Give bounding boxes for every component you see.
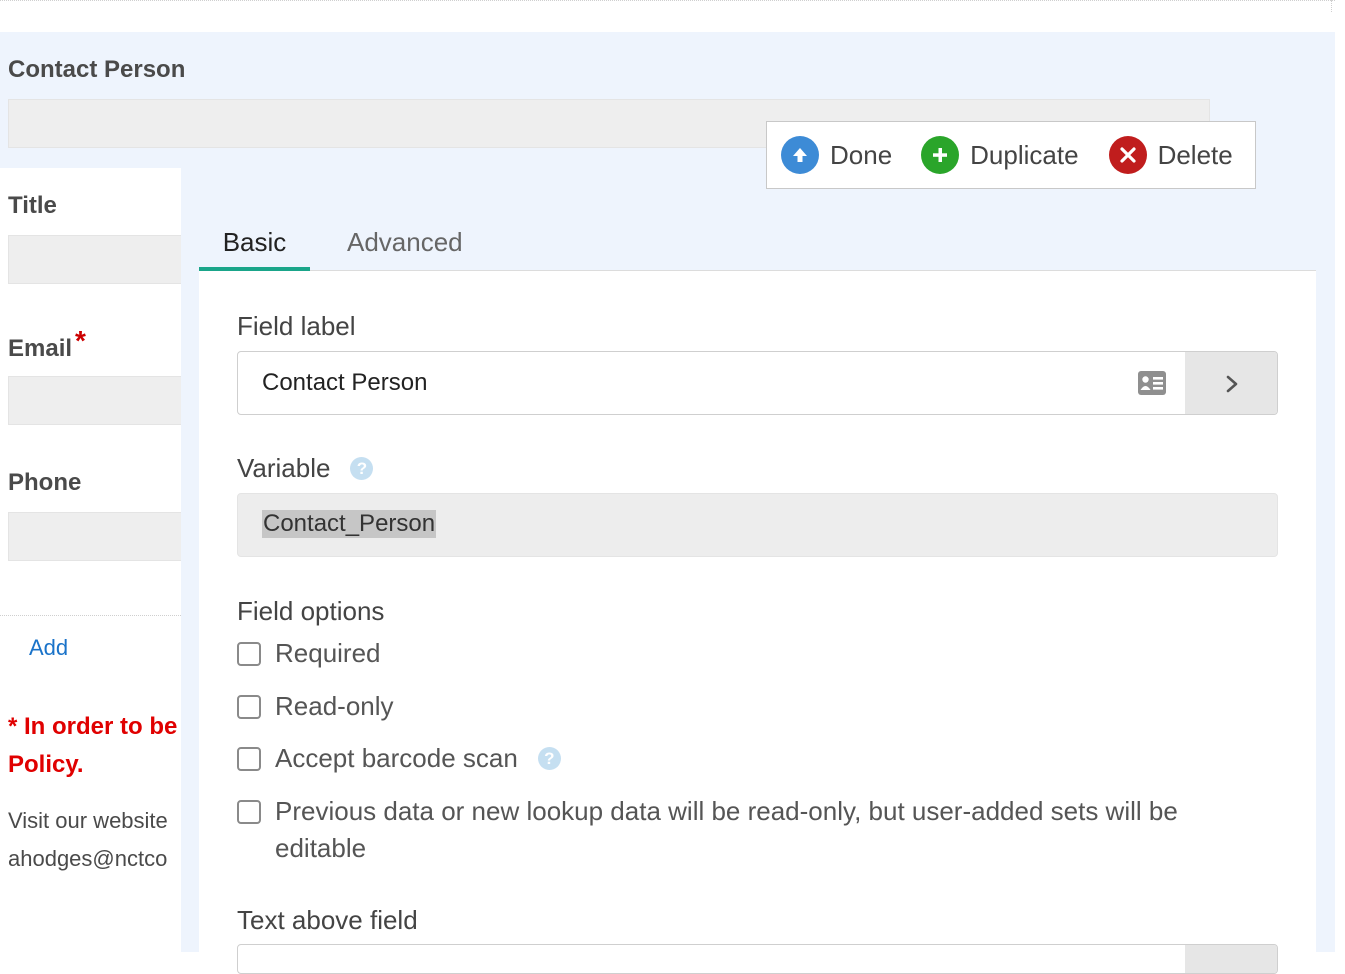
duplicate-button[interactable]: Duplicate <box>921 136 1079 174</box>
tab-advanced[interactable]: Advanced <box>347 222 463 271</box>
text-above-field-input[interactable] <box>237 944 1278 974</box>
top-divider-tick <box>1331 0 1332 12</box>
read-only-checkbox[interactable] <box>237 695 261 719</box>
option-required: Required <box>237 635 1275 672</box>
email-preview-label: Email * <box>8 325 86 363</box>
field-options-heading: Field options <box>237 596 385 626</box>
lookup-read-only-checkbox[interactable] <box>237 800 261 824</box>
text-above-field-expand-button[interactable] <box>1185 945 1277 973</box>
top-divider <box>0 0 1335 1</box>
email-label-text: Email <box>8 335 73 362</box>
variable-heading-text: Variable <box>237 453 331 483</box>
variable-input[interactable]: Contact_Person <box>237 493 1278 557</box>
title-preview-label: Title <box>8 192 57 219</box>
add-link[interactable]: Add <box>29 635 68 661</box>
title-preview-input[interactable] <box>8 235 181 284</box>
done-button[interactable]: Done <box>781 136 892 174</box>
lookup-read-only-option-label: Previous data or new lookup data will be… <box>275 796 1178 863</box>
delete-label: Delete <box>1157 139 1233 170</box>
option-barcode-scan: Accept barcode scan? <box>237 740 1275 777</box>
required-option-label: Required <box>275 638 381 668</box>
close-icon <box>1108 136 1147 174</box>
policy-notice: * In order to be Policy. <box>8 708 181 784</box>
phone-preview-label: Phone <box>8 469 82 496</box>
field-action-toolbar: Done Duplicate Delete <box>766 121 1256 189</box>
duplicate-label: Duplicate <box>970 139 1079 170</box>
barcode-scan-checkbox[interactable] <box>237 747 261 771</box>
option-read-only: Read-only <box>237 688 1275 725</box>
required-checkbox[interactable] <box>237 642 261 666</box>
required-asterisk: * <box>75 325 86 356</box>
variable-heading: Variable? <box>237 453 374 484</box>
visit-line2: ahodges@nctco <box>8 846 168 871</box>
text-above-field-heading: Text above field <box>237 905 418 935</box>
arrow-up-icon <box>781 136 819 174</box>
phone-preview-input[interactable] <box>8 512 181 561</box>
field-settings-panel: Field label Contact Person Variable? Con… <box>199 271 1316 974</box>
form-preview-column: Title Email * Phone Add * In order to be … <box>0 168 181 952</box>
variable-value: Contact_Person <box>262 510 437 538</box>
done-label: Done <box>830 139 893 170</box>
chevron-right-icon <box>1226 375 1238 393</box>
help-icon[interactable]: ? <box>350 456 374 480</box>
delete-button[interactable]: Delete <box>1108 136 1233 174</box>
visit-website-text: Visit our website ahodges@nctco <box>8 802 181 878</box>
field-label-value: Contact Person <box>262 369 428 396</box>
plus-icon <box>921 136 960 174</box>
visit-line1: Visit our website <box>8 808 168 833</box>
field-label-input[interactable]: Contact Person <box>237 351 1278 415</box>
contact-card-icon[interactable] <box>1137 370 1167 401</box>
help-icon[interactable]: ? <box>537 746 561 770</box>
tab-basic[interactable]: Basic <box>199 222 310 271</box>
read-only-option-label: Read-only <box>275 691 394 721</box>
email-preview-input[interactable] <box>8 376 181 425</box>
form-section-divider <box>0 615 181 616</box>
field-label-heading: Field label <box>237 311 356 341</box>
barcode-scan-option-label: Accept barcode scan? <box>275 740 1275 777</box>
contact-person-preview-label: Contact Person <box>8 56 186 83</box>
barcode-scan-label-text: Accept barcode scan <box>275 743 518 773</box>
policy-notice-line2: Policy. <box>8 751 84 778</box>
field-label-expand-button[interactable] <box>1185 352 1277 414</box>
policy-notice-line1: * In order to be <box>8 713 178 740</box>
settings-tabs: Basic Advanced <box>199 222 1316 271</box>
option-lookup-read-only: Previous data or new lookup data will be… <box>237 793 1275 867</box>
